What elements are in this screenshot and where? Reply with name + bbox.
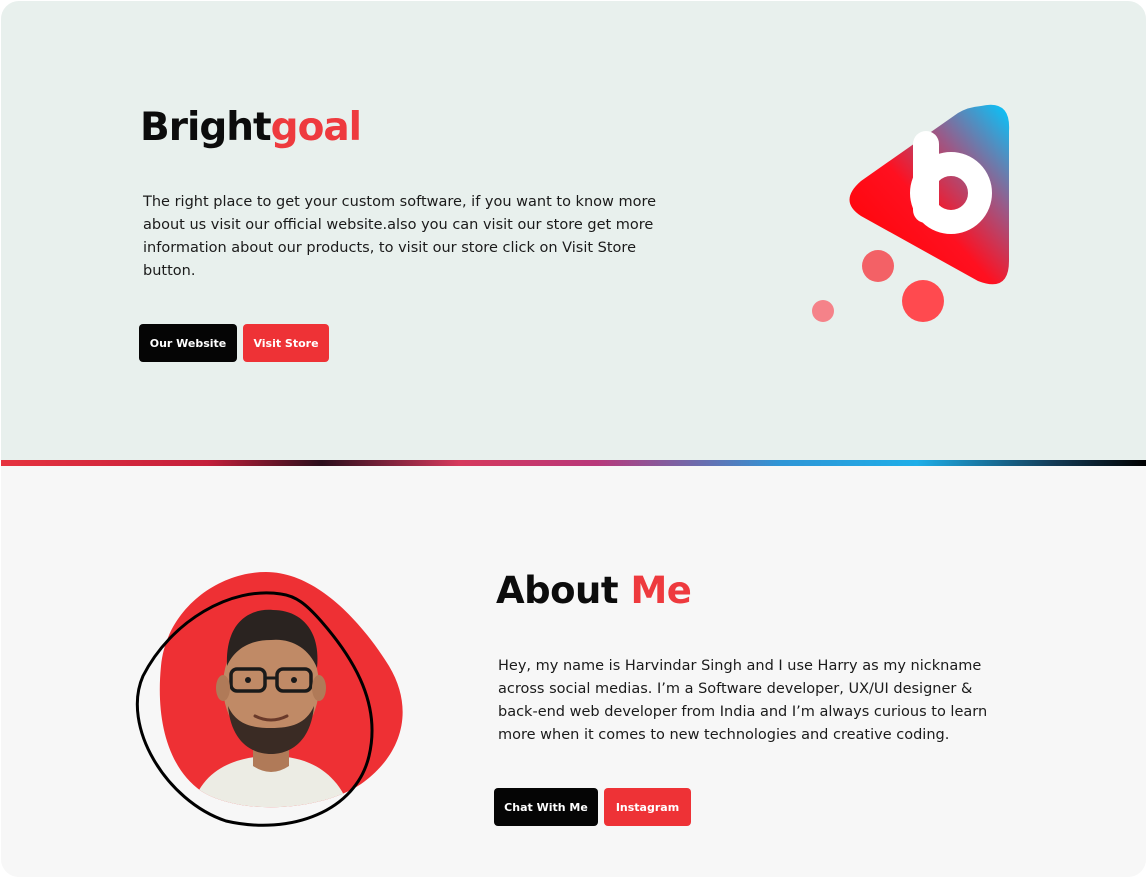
our-website-button[interactable]: Our Website: [139, 324, 237, 362]
about-title-part2: Me: [630, 569, 692, 612]
visit-store-button[interactable]: Visit Store: [243, 324, 329, 362]
about-title-part1: About: [496, 569, 619, 612]
hero-section: Brightgoal The right place to get your c…: [1, 1, 1146, 461]
brand-title-part1: Bright: [140, 105, 272, 150]
about-title: About Me: [496, 569, 692, 612]
profile-avatar: [135, 572, 403, 827]
brand-title-part2: goal: [270, 105, 362, 150]
page-frame: Brightgoal The right place to get your c…: [1, 1, 1146, 877]
logo-dot-medium: [862, 250, 894, 282]
logo-dot-large: [902, 280, 944, 322]
logo-dot-small: [812, 300, 834, 322]
hero-description: The right place to get your custom softw…: [143, 194, 657, 279]
about-description: Hey, my name is Harvindar Singh and I us…: [498, 658, 988, 743]
instagram-button[interactable]: Instagram: [604, 788, 691, 826]
brightgoal-logo-icon: [812, 104, 1010, 322]
chat-with-me-button[interactable]: Chat With Me: [494, 788, 598, 826]
brand-title: Brightgoal: [140, 105, 362, 150]
